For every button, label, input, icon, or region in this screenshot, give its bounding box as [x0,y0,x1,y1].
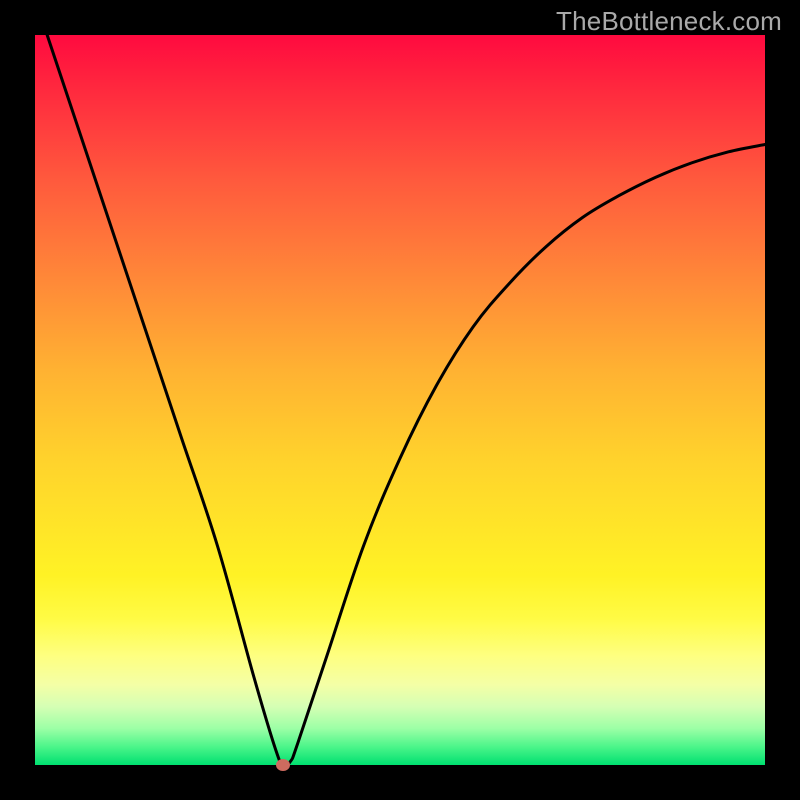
bottleneck-curve-path [35,0,765,766]
curve-svg [35,35,765,765]
plot-area [35,35,765,765]
chart-frame: TheBottleneck.com [0,0,800,800]
minimum-marker [276,759,290,771]
watermark-text: TheBottleneck.com [556,6,782,37]
